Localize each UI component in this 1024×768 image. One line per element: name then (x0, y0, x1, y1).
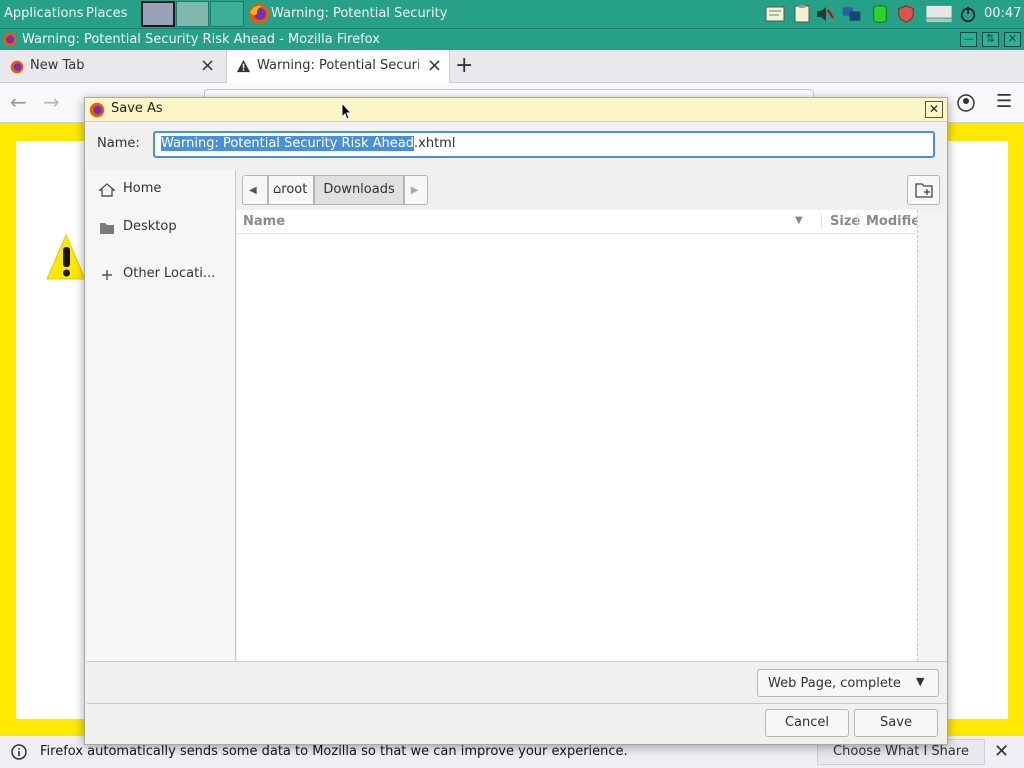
maximize-button[interactable]: ⇅ (982, 32, 999, 47)
sidebar-item-label: Desktop (123, 219, 177, 234)
back-icon[interactable]: ← (10, 90, 27, 114)
close-notification-icon[interactable]: ✕ (994, 741, 1009, 762)
tab-label: Warning: Potential Securi (257, 58, 419, 73)
account-icon[interactable] (957, 94, 975, 112)
forward-icon[interactable]: → (43, 90, 60, 114)
notification-text: Firefox automatically sends some data to… (40, 744, 628, 759)
tab-strip: New Tab × Warning: Potential Securi × + (0, 50, 1024, 83)
mouse-cursor-icon (341, 102, 353, 120)
sidebar-item-label: Home (123, 181, 162, 196)
firefox-icon (89, 102, 105, 118)
column-name[interactable]: Name (243, 214, 285, 229)
new-folder-button[interactable] (907, 175, 940, 205)
close-tab-icon[interactable]: × (200, 55, 215, 76)
path-root-label: root (281, 182, 308, 197)
dialog-close-button[interactable]: ✕ (925, 101, 943, 118)
places-sidebar: Home Desktop Other Locati... (87, 170, 236, 662)
firefox-icon (249, 4, 269, 24)
chevron-right-icon: ▶ (410, 185, 419, 196)
firefox-icon (10, 60, 24, 74)
workspace-1[interactable] (141, 1, 175, 27)
volume-muted-icon[interactable] (815, 5, 835, 23)
top-panel: Applications Places Warning: Potential S… (0, 0, 1024, 28)
window-title: Warning: Potential Security Risk Ahead -… (22, 32, 380, 47)
path-forward-button[interactable]: ▶ (403, 175, 428, 205)
sidebar-item-label: Other Locati... (123, 266, 216, 281)
path-bar: ◀ ⌂root Downloads ▶ (242, 175, 428, 205)
firefox-icon (2, 32, 17, 47)
taskbar-window-label[interactable]: Warning: Potential Security (271, 6, 447, 21)
sidebar-item-other-locations[interactable]: Other Locati... (87, 260, 236, 290)
file-list[interactable]: Name ▼ Size Modifie (237, 210, 947, 661)
info-icon (11, 744, 27, 760)
home-icon (99, 183, 115, 197)
display-icon[interactable] (924, 5, 954, 23)
workspace-3[interactable] (210, 1, 244, 27)
save-as-dialog: Save As ✕ Name: Warning: Potential Secur… (84, 97, 948, 745)
power-icon[interactable] (958, 5, 978, 23)
warning-icon (236, 59, 251, 73)
new-tab-button[interactable]: + (455, 53, 473, 78)
sidebar-item-desktop[interactable]: Desktop (87, 213, 236, 243)
plus-icon (102, 270, 112, 280)
dialog-title: Save As (111, 101, 163, 116)
shield-icon[interactable] (896, 5, 916, 23)
filename-extension: .xhtml (414, 136, 456, 151)
divider (87, 661, 947, 662)
applications-menu[interactable]: Applications (4, 6, 83, 21)
places-menu[interactable]: Places (86, 6, 127, 21)
save-button[interactable]: Save (854, 709, 938, 737)
column-size[interactable]: Size (821, 214, 860, 229)
sort-down-icon: ▼ (795, 215, 803, 226)
clipboard-icon[interactable] (792, 5, 812, 23)
file-type-dropdown[interactable]: Web Page, complete ▼ (757, 669, 939, 697)
folder-icon (100, 223, 114, 234)
file-type-label: Web Page, complete (768, 676, 901, 691)
divider (87, 703, 947, 704)
sidebar-item-home[interactable]: Home (87, 175, 236, 205)
window-titlebar[interactable]: Warning: Potential Security Risk Ahead -… (0, 28, 1024, 50)
column-headers: Name ▼ Size Modifie (237, 210, 947, 234)
name-label: Name: (97, 136, 140, 151)
workspace-2[interactable] (175, 1, 210, 27)
battery-icon[interactable] (870, 5, 890, 23)
new-folder-icon (915, 183, 933, 198)
path-downloads-button[interactable]: Downloads (314, 175, 404, 205)
network-icon[interactable] (842, 5, 862, 23)
chevron-left-icon: ◀ (249, 185, 257, 196)
tab-label: New Tab (30, 58, 85, 73)
tab-new-tab[interactable]: New Tab × (0, 50, 224, 83)
path-root-button[interactable]: ⌂root (268, 175, 315, 205)
notes-icon[interactable] (765, 5, 785, 23)
dialog-titlebar[interactable]: Save As ✕ (85, 98, 947, 122)
tab-warning[interactable]: Warning: Potential Securi × (226, 50, 450, 83)
filename-selected-text: Warning: Potential Security Risk Ahead (161, 136, 414, 151)
filename-input[interactable]: Warning: Potential Security Risk Ahead.x… (153, 131, 935, 158)
warning-icon (46, 233, 86, 280)
menu-icon[interactable]: ☰ (996, 91, 1012, 112)
clock: 00:47 (984, 6, 1022, 21)
scrollbar[interactable] (917, 210, 947, 661)
minimize-button[interactable]: — (960, 32, 977, 47)
close-tab-icon[interactable]: × (427, 55, 442, 76)
cancel-button[interactable]: Cancel (765, 709, 849, 737)
column-modified[interactable]: Modifie (857, 214, 917, 229)
chevron-down-icon: ▼ (916, 675, 925, 688)
workspace-switcher[interactable] (141, 1, 245, 27)
path-back-button[interactable]: ◀ (242, 175, 268, 205)
close-window-button[interactable]: ✕ (1004, 32, 1021, 47)
